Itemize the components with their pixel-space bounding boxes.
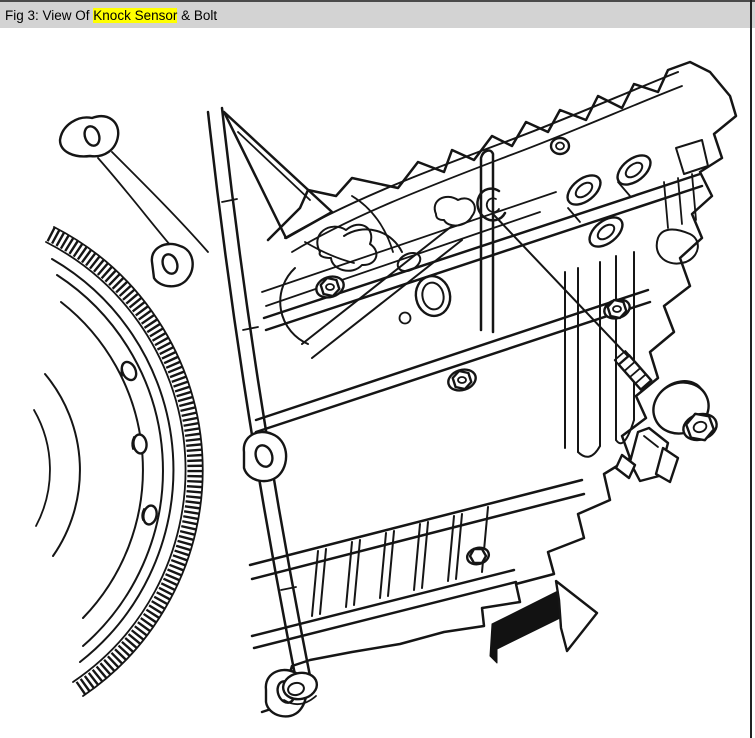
caption-highlight: Knock Sensor	[93, 8, 177, 23]
caption-prefix: Fig 3: View Of	[5, 8, 93, 23]
engine-line-art	[0, 28, 755, 738]
flywheel-ring-gear	[34, 227, 203, 696]
engine-diagram	[0, 28, 755, 738]
figure-caption-bar: Fig 3: View Of Knock Sensor & Bolt	[0, 0, 755, 28]
page-right-rule	[750, 0, 752, 738]
screenshot-root: Fig 3: View Of Knock Sensor & Bolt	[0, 0, 755, 738]
caption-suffix: & Bolt	[177, 8, 217, 23]
